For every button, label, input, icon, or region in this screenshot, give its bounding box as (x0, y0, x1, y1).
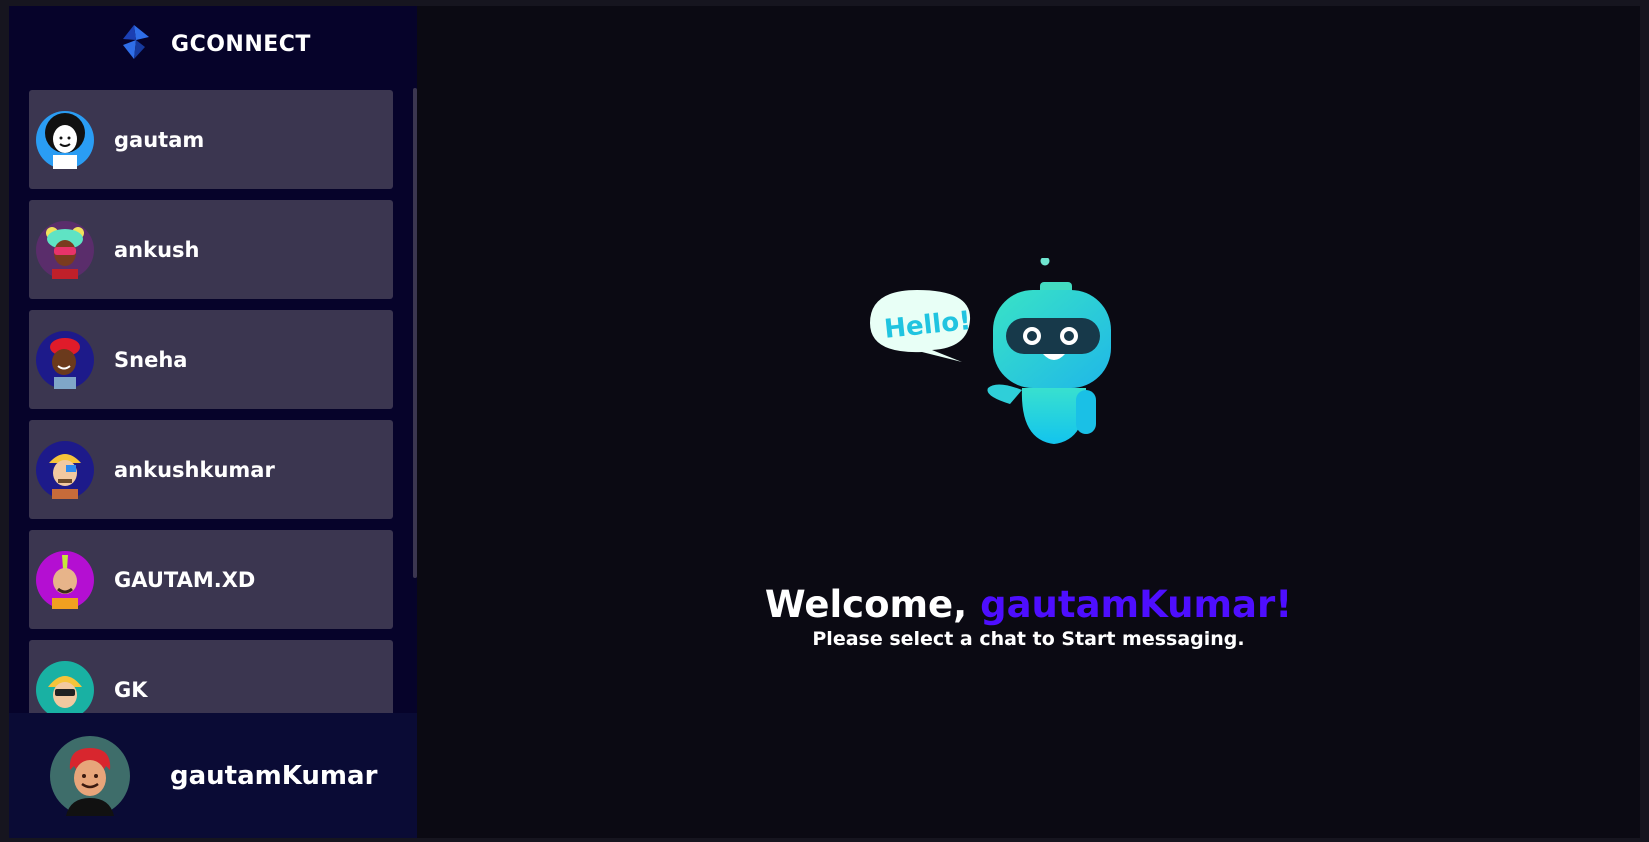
current-user-panel: gautamKumar (9, 713, 417, 838)
contact-item[interactable]: ankushkumar (29, 420, 393, 519)
contact-item[interactable]: GK (29, 640, 393, 718)
welcome-heading: Welcome, gautamKumar! (417, 582, 1640, 628)
welcome-username: gautamKumar! (980, 583, 1293, 626)
gconnect-logo-icon (115, 23, 153, 65)
contact-name: ankushkumar (114, 457, 275, 482)
avatar-yellow-cap-icon (36, 440, 94, 499)
contact-item[interactable]: ankush (29, 200, 393, 299)
welcome-panel: Hello! Welcome, gautamKumar! Please sele… (417, 6, 1640, 838)
contact-item[interactable]: GAUTAM.XD (29, 530, 393, 629)
chat-app: GCONNECT gautam ankush Sneha ankushkumar… (9, 6, 1640, 838)
sidebar: GCONNECT gautam ankush Sneha ankushkumar… (9, 6, 417, 838)
contact-name: Sneha (114, 347, 188, 372)
contact-item[interactable]: Sneha (29, 310, 393, 409)
avatar-red-hair-icon (50, 735, 130, 816)
contact-name: GK (114, 677, 148, 702)
avatar-mohawk-icon (36, 550, 94, 609)
current-user-name: gautamKumar (170, 760, 378, 791)
avatar-afro-icon (36, 110, 94, 169)
welcome-prefix: Welcome, (764, 583, 981, 626)
avatar-bear-hat-icon (36, 220, 94, 279)
hello-robot-icon: Hello! (862, 256, 1132, 468)
contact-name: GAUTAM.XD (114, 567, 256, 592)
contact-name: gautam (114, 127, 205, 152)
welcome-message: Welcome, gautamKumar! Please select a ch… (417, 582, 1640, 650)
avatar-helmet-icon (36, 660, 94, 718)
contact-item[interactable]: gautam (29, 90, 393, 189)
contact-list[interactable]: gautam ankush Sneha ankushkumar GAUTAM.X… (9, 88, 417, 718)
contact-name: ankush (114, 237, 200, 262)
welcome-subtitle: Please select a chat to Start messaging. (812, 628, 1245, 650)
avatar-red-cap-icon (36, 330, 94, 389)
brand: GCONNECT (9, 6, 417, 82)
brand-title: GCONNECT (171, 31, 311, 57)
